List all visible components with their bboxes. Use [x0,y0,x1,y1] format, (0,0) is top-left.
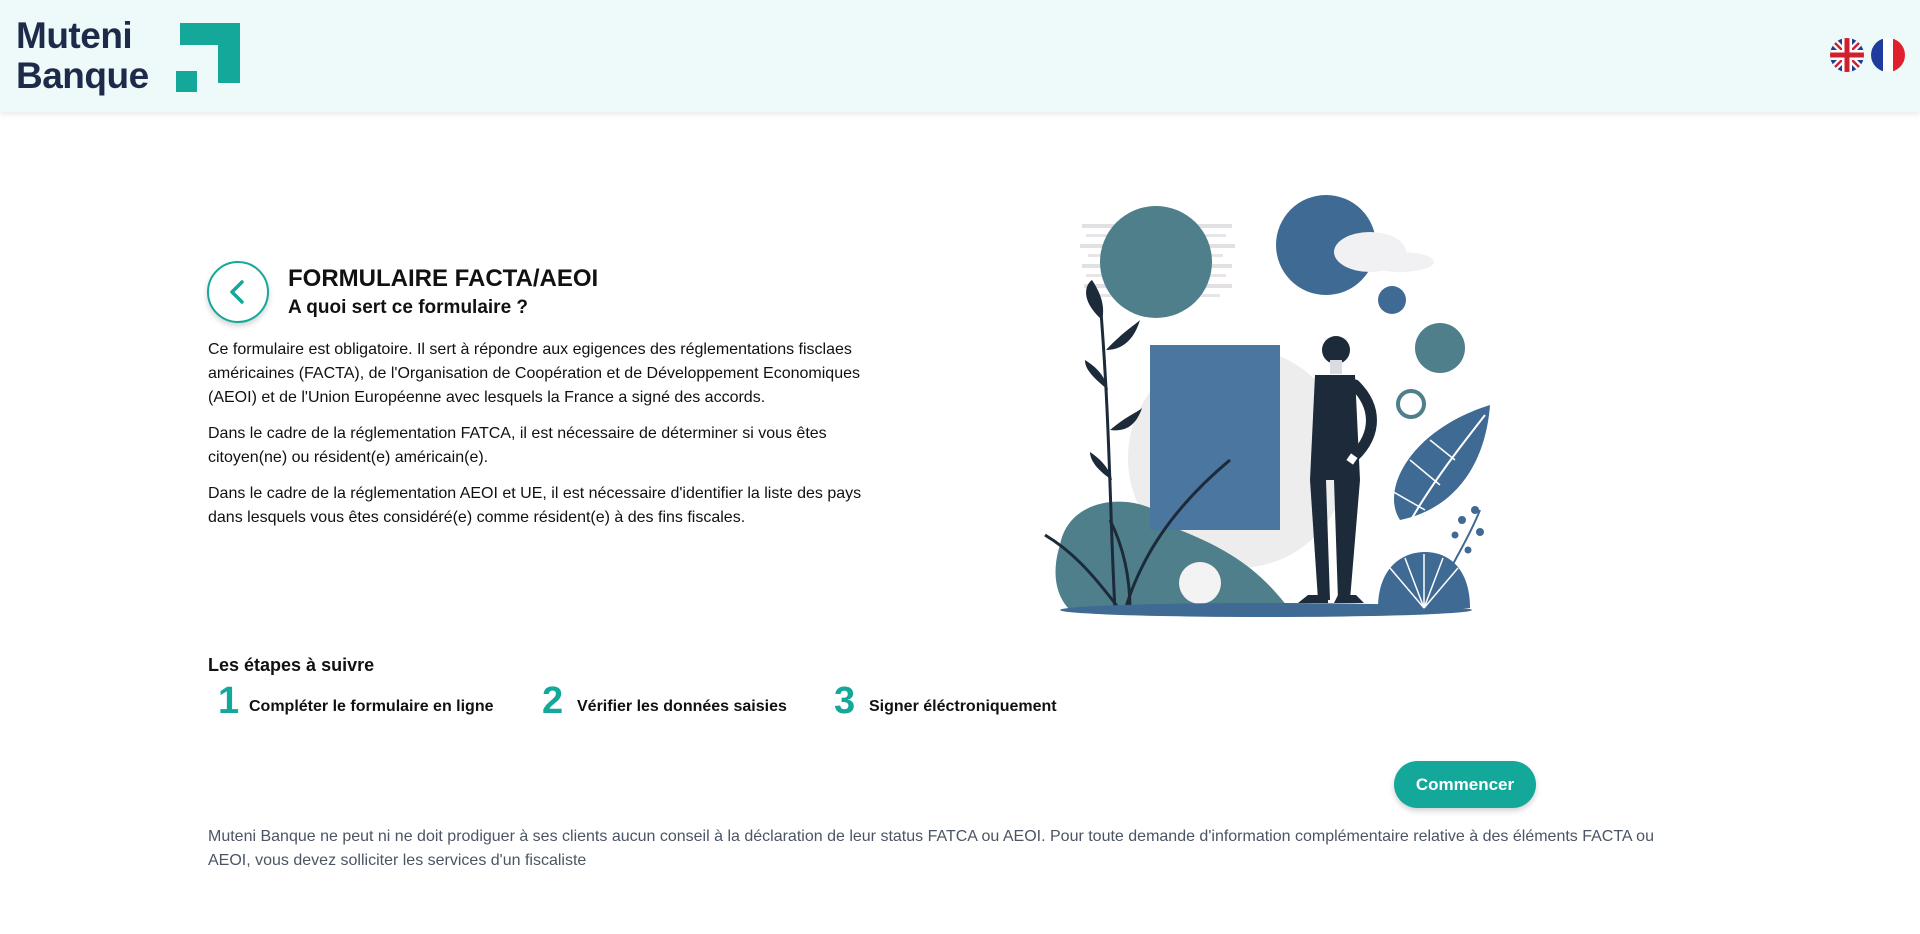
intro-paragraph: Dans le cadre de la réglementation FATCA… [208,425,827,466]
step-number: 1 [218,680,240,722]
top-header: Muteni Banque [0,0,1920,112]
form-subtitle: A quoi sert ce formulaire ? [288,297,529,318]
intro-paragraph: Dans le cadre de la réglementation AEOI … [208,485,862,526]
uk-flag-icon [1830,38,1864,72]
language-french-button[interactable] [1871,38,1905,72]
france-flag-icon [1871,38,1905,72]
language-english-button[interactable] [1830,38,1864,72]
brand-name-line1: Muteni [16,15,133,56]
step-label: Vérifier les données saisies [577,698,787,715]
back-button[interactable] [207,261,269,323]
disclaimer-text: Muteni Banque ne peut ni ne doit prodigu… [208,828,1654,869]
logo-mark-icon [176,23,240,92]
person-plants-illustration [1044,195,1490,617]
steps-title: Les étapes à suivre [208,655,375,675]
step-number: 2 [542,680,564,722]
step-label: Signer éléctroniquement [869,698,1057,715]
chevron-left-icon [230,280,244,304]
form-title: FORMULAIRE FACTA/AEOI [288,265,599,292]
brand-logo[interactable]: Muteni Banque [16,16,240,96]
step-label: Compléter le formulaire en ligne [249,698,494,715]
step-number: 3 [834,680,856,722]
brand-name: Muteni Banque [16,16,149,96]
start-button[interactable]: Commencer [1394,761,1536,808]
intro-paragraph: Ce formulaire est obligatoire. Il sert à… [208,341,860,406]
brand-name-line2: Banque [16,55,149,96]
